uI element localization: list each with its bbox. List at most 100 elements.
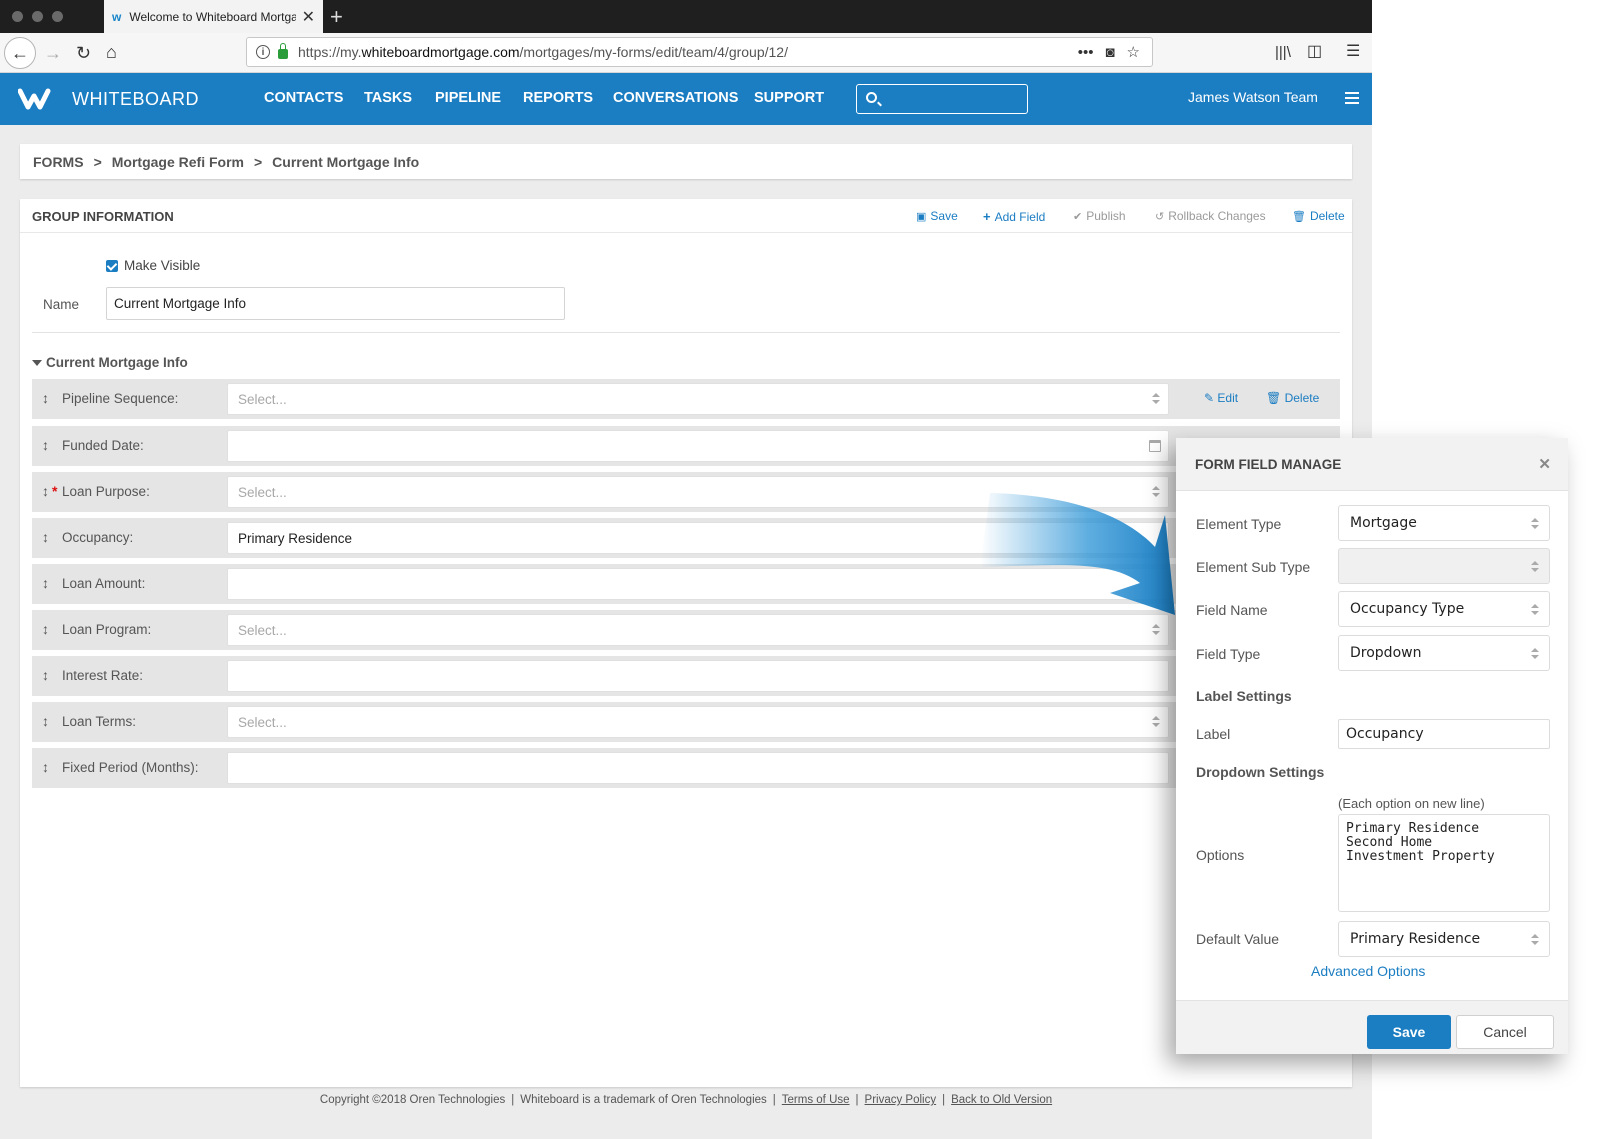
- drag-handle-icon[interactable]: ↕: [42, 713, 49, 729]
- trash-icon: 🗑: [1292, 210, 1306, 223]
- option-line: Second Home: [1346, 835, 1433, 850]
- loan-terms-select[interactable]: Select...: [227, 706, 1169, 738]
- window-minimize-control[interactable]: [32, 11, 43, 22]
- caret-down-icon: [32, 359, 42, 366]
- app-menu-icon[interactable]: [1345, 92, 1359, 104]
- delete-group-button[interactable]: 🗑 Delete: [1292, 209, 1345, 223]
- default-value-select[interactable]: Primary Residence: [1338, 921, 1550, 957]
- options-textarea[interactable]: Primary Residence Second Home Investment…: [1338, 814, 1550, 912]
- browser-tab[interactable]: ᴡ Welcome to Whiteboard Mortga ✕: [104, 0, 323, 33]
- label-input[interactable]: Occupancy: [1338, 719, 1550, 749]
- field-row-fixed-period[interactable]: ↕ Fixed Period (Months):: [32, 748, 1340, 788]
- rollback-changes-button[interactable]: ↺ Rollback Changes: [1155, 209, 1266, 223]
- drag-handle-icon[interactable]: ↕: [42, 390, 49, 406]
- modal-footer: Save Cancel: [1176, 1000, 1568, 1054]
- breadcrumb-forms[interactable]: FORMS: [33, 154, 84, 170]
- close-icon[interactable]: ✕: [1538, 455, 1551, 473]
- field-label: Pipeline Sequence:: [62, 391, 179, 406]
- reload-icon[interactable]: ↻: [76, 44, 91, 62]
- nav-tasks[interactable]: TASKS: [364, 90, 412, 106]
- publish-button[interactable]: ✔ Publish: [1073, 209, 1126, 223]
- make-visible-checkbox[interactable]: Make Visible: [106, 258, 200, 273]
- brand-name[interactable]: WHITEBOARD: [72, 89, 199, 110]
- nav-contacts[interactable]: CONTACTS: [264, 90, 343, 106]
- field-type-select[interactable]: Dropdown: [1338, 635, 1550, 671]
- drag-handle-icon[interactable]: ↕: [42, 437, 49, 453]
- option-line: Primary Residence: [1346, 821, 1480, 836]
- select-placeholder: Select...: [238, 715, 287, 730]
- modal-header: FORM FIELD MANAGE ✕: [1176, 438, 1568, 491]
- drag-handle-icon[interactable]: ↕: [42, 621, 49, 637]
- edit-label: Edit: [1217, 391, 1239, 405]
- group-name-input[interactable]: Current Mortgage Info: [106, 287, 565, 320]
- window-zoom-control[interactable]: [52, 11, 63, 22]
- group-title: GROUP INFORMATION: [32, 209, 174, 224]
- site-info-icon[interactable]: i: [256, 45, 270, 59]
- save-button[interactable]: ▣ Save: [916, 209, 958, 223]
- back-arrow-icon[interactable]: ←: [4, 37, 36, 69]
- delete-field-button[interactable]: 🗑 Delete: [1266, 391, 1319, 405]
- window-close-control[interactable]: [12, 11, 23, 22]
- breadcrumb-form[interactable]: Mortgage Refi Form: [112, 154, 244, 170]
- pipeline-sequence-select[interactable]: Select...: [227, 383, 1169, 415]
- search-input[interactable]: [856, 84, 1028, 114]
- pencil-icon: ✎: [1204, 391, 1218, 405]
- checkbox-checked-icon[interactable]: [106, 259, 118, 272]
- old-version-link[interactable]: Back to Old Version: [951, 1094, 1052, 1106]
- field-row-interest-rate[interactable]: ↕ Interest Rate:: [32, 656, 1340, 696]
- add-field-button[interactable]: + Add Field: [983, 209, 1045, 224]
- tab-close-icon[interactable]: ✕: [302, 7, 315, 27]
- section-toggle[interactable]: Current Mortgage Info: [32, 355, 188, 370]
- address-bar[interactable]: i https://my.whiteboardmortgage.com/mort…: [246, 37, 1153, 67]
- drag-handle-icon[interactable]: ↕: [42, 667, 49, 683]
- modal-cancel-button[interactable]: Cancel: [1456, 1015, 1554, 1049]
- nav-support[interactable]: SUPPORT: [754, 90, 824, 106]
- element-type-select[interactable]: Mortgage: [1338, 505, 1550, 541]
- whiteboard-logo-icon[interactable]: [18, 88, 58, 110]
- select-placeholder: Select...: [238, 623, 287, 638]
- nav-reports[interactable]: REPORTS: [523, 90, 593, 106]
- tab-title: Welcome to Whiteboard Mortga: [129, 9, 296, 24]
- library-icon[interactable]: |||\: [1275, 44, 1291, 62]
- make-visible-label: Make Visible: [124, 258, 201, 273]
- save-label: Save: [930, 209, 958, 223]
- drag-handle-icon[interactable]: ↕ *: [42, 483, 57, 499]
- pocket-icon[interactable]: ◙: [1105, 44, 1114, 61]
- annotation-arrow-icon: [980, 493, 1175, 615]
- element-sub-type-label: Element Sub Type: [1196, 559, 1311, 575]
- new-tab-icon[interactable]: +: [330, 4, 343, 30]
- modal-save-button[interactable]: Save: [1367, 1015, 1451, 1049]
- terms-of-use-link[interactable]: Terms of Use: [782, 1094, 850, 1106]
- drag-handle-icon[interactable]: ↕: [42, 529, 49, 545]
- edit-field-button[interactable]: ✎ Edit: [1204, 391, 1238, 405]
- drag-handle-icon[interactable]: ↕: [42, 759, 49, 775]
- footer-separator: |: [855, 1094, 859, 1106]
- advanced-options-link[interactable]: Advanced Options: [1311, 963, 1425, 979]
- footer-separator: |: [772, 1094, 776, 1106]
- required-asterisk: *: [52, 483, 58, 499]
- nav-pipeline[interactable]: PIPELINE: [435, 90, 501, 106]
- forward-arrow-icon[interactable]: →: [44, 44, 62, 62]
- bookmark-star-icon[interactable]: ☆: [1127, 43, 1140, 61]
- privacy-policy-link[interactable]: Privacy Policy: [865, 1094, 937, 1106]
- field-row-pipeline-sequence[interactable]: ↕ Pipeline Sequence: Select... ✎ Edit 🗑 …: [32, 379, 1340, 419]
- interest-rate-input[interactable]: [227, 660, 1169, 692]
- rollback-label: Rollback Changes: [1168, 209, 1266, 223]
- field-row-loan-terms[interactable]: ↕ Loan Terms: Select...: [32, 702, 1340, 742]
- field-row-funded-date[interactable]: ↕ Funded Date:: [32, 426, 1340, 466]
- element-sub-type-select[interactable]: [1338, 548, 1550, 584]
- sidebar-icon[interactable]: ◫: [1307, 43, 1322, 61]
- default-value-label: Default Value: [1196, 931, 1280, 947]
- select-arrows-icon: [1531, 648, 1539, 660]
- team-name[interactable]: James Watson Team: [1188, 89, 1318, 105]
- page-actions-icon[interactable]: •••: [1078, 44, 1094, 61]
- select-placeholder: Select...: [238, 392, 287, 407]
- fixed-period-input[interactable]: [227, 752, 1169, 784]
- nav-conversations[interactable]: CONVERSATIONS: [613, 90, 738, 106]
- funded-date-input[interactable]: [227, 430, 1169, 462]
- calendar-icon[interactable]: [1149, 440, 1161, 452]
- drag-handle-icon[interactable]: ↕: [42, 575, 49, 591]
- field-name-select[interactable]: Occupancy Type: [1338, 591, 1550, 627]
- home-icon[interactable]: ⌂: [106, 43, 117, 61]
- browser-menu-icon[interactable]: ☰: [1346, 43, 1360, 61]
